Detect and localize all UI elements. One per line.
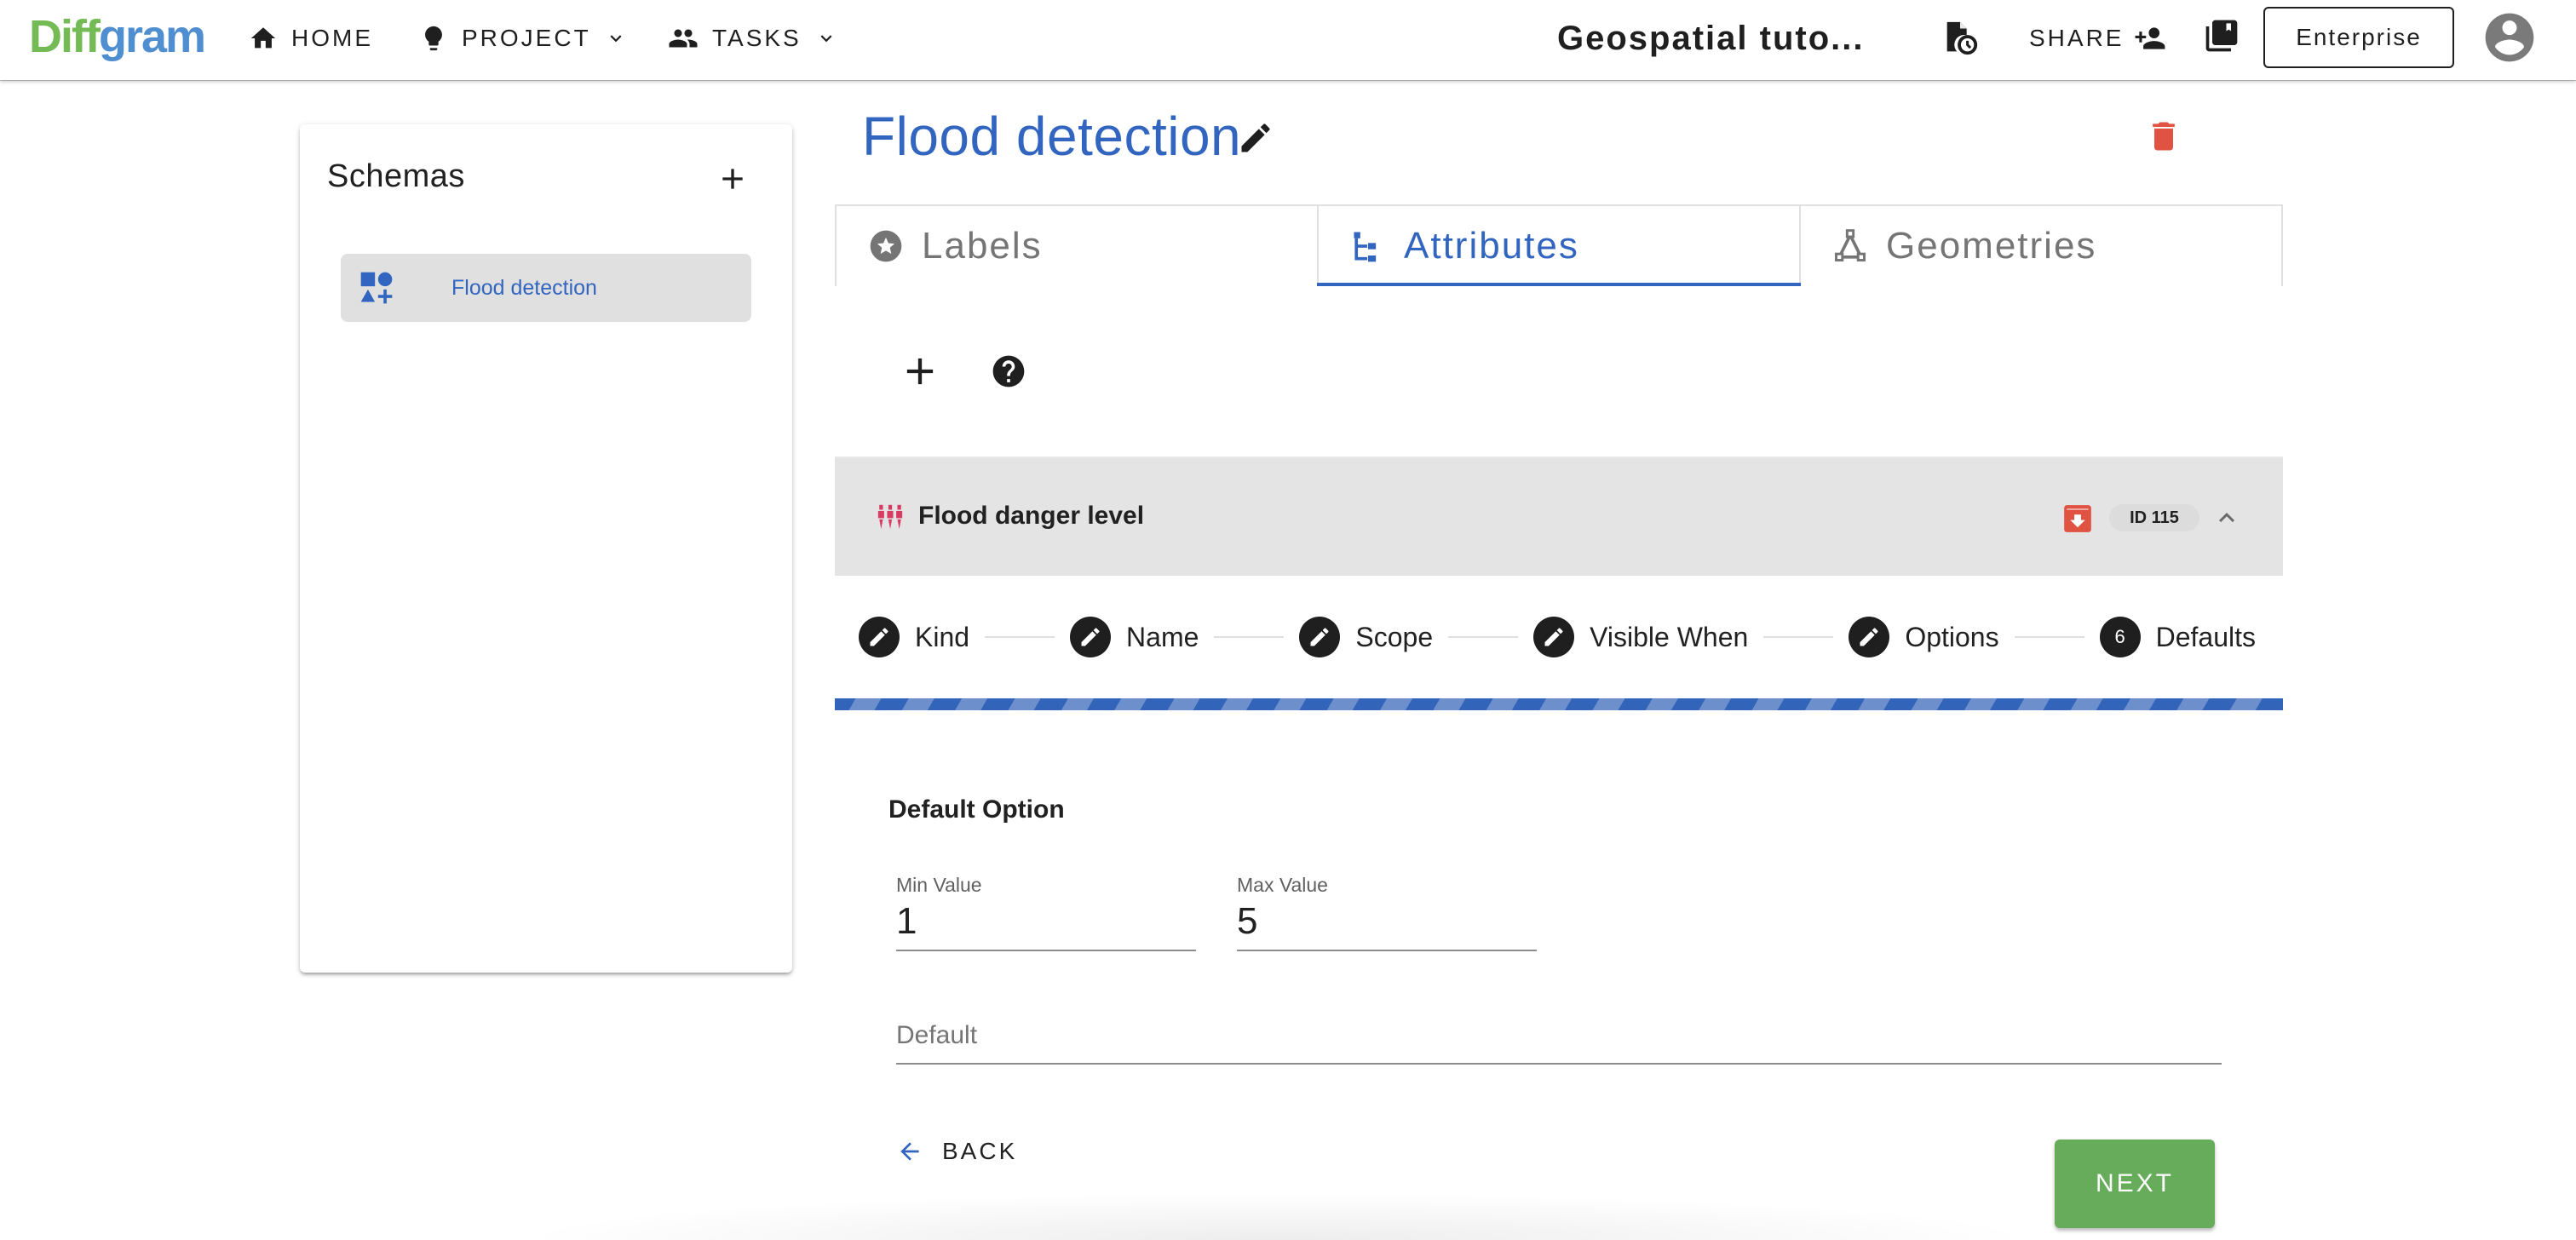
nav-tasks-label: TASKS: [712, 25, 802, 51]
library-books-icon[interactable]: [2203, 17, 2240, 59]
schema-item-flood-detection[interactable]: Flood detection: [341, 254, 751, 322]
schema-tabs: Labels Attributes Geometries: [835, 204, 2283, 286]
step-label: Scope: [1355, 621, 1434, 652]
pencil-icon: [1533, 617, 1575, 657]
pencil-icon: [859, 617, 900, 657]
project-title[interactable]: Geospatial tuto...: [1557, 15, 1864, 61]
back-button[interactable]: BACK: [896, 1138, 1017, 1165]
home-icon: [249, 24, 278, 53]
schemas-panel: Schemas Flood detection: [300, 124, 792, 973]
edit-title-button[interactable]: [1237, 119, 1274, 157]
schema-title: Flood detection: [862, 106, 1242, 167]
tab-labels[interactable]: Labels: [835, 204, 1319, 286]
max-value-input[interactable]: [1237, 900, 1537, 943]
step-name[interactable]: Name: [1070, 617, 1199, 657]
lightbulb-icon: [419, 24, 448, 53]
add-schema-button[interactable]: [716, 162, 750, 196]
help-button[interactable]: [990, 353, 1027, 390]
next-button[interactable]: NEXT: [2055, 1140, 2215, 1228]
default-value-field[interactable]: Default: [896, 1019, 2222, 1065]
step-divider: [1763, 636, 1834, 638]
attribute-stepper: Kind Name Scope Visible When Options 6 D…: [859, 611, 2283, 663]
step-label: Defaults: [2155, 621, 2256, 652]
step-label: Options: [1905, 621, 1999, 652]
tab-labels-label: Labels: [922, 225, 1043, 267]
field-underline: [896, 1063, 2222, 1065]
chevron-down-icon: [815, 27, 837, 49]
vector-triangle-icon: [1831, 227, 1869, 265]
archive-icon: [2061, 502, 2094, 535]
min-value-input[interactable]: [896, 900, 1196, 943]
step-label: Name: [1126, 621, 1199, 652]
help-circle-icon: [990, 353, 1027, 390]
tab-geometries-label: Geometries: [1886, 225, 2097, 267]
tab-attributes[interactable]: Attributes: [1317, 204, 1801, 286]
share-button[interactable]: SHARE: [2029, 17, 2166, 60]
enterprise-button[interactable]: Enterprise: [2263, 7, 2454, 68]
share-label: SHARE: [2029, 25, 2125, 51]
min-value-field[interactable]: Min Value: [896, 874, 1196, 951]
default-value-placeholder: Default: [896, 1021, 978, 1049]
trash-icon: [2145, 118, 2182, 155]
archive-attribute-button[interactable]: [2061, 502, 2094, 535]
step-label: Visible When: [1590, 621, 1749, 652]
nav-home-button[interactable]: HOME: [249, 17, 373, 60]
step-divider: [985, 636, 1055, 638]
default-option-heading: Default Option: [888, 795, 1065, 824]
step-divider: [1448, 636, 1519, 638]
file-tree-icon: [1349, 227, 1387, 265]
step-number: 6: [2099, 617, 2141, 657]
max-value-label: Max Value: [1237, 874, 1328, 896]
add-attribute-button[interactable]: [898, 349, 942, 393]
people-icon: [668, 23, 699, 54]
pencil-icon: [1299, 617, 1341, 657]
bottom-shadow: [511, 1192, 2044, 1240]
pencil-icon: [1849, 617, 1890, 657]
field-underline: [1237, 950, 1537, 951]
field-underline: [896, 950, 1196, 951]
back-label: BACK: [942, 1138, 1018, 1164]
add-people-icon: [2134, 22, 2166, 55]
step-options[interactable]: Options: [1849, 617, 1999, 657]
delete-schema-button[interactable]: [2145, 118, 2182, 155]
schema-item-label: Flood detection: [451, 275, 597, 300]
nav-project-label: PROJECT: [462, 25, 591, 51]
attribute-panel-header[interactable]: Flood danger level ID 115: [835, 456, 2283, 576]
plus-icon: [716, 162, 750, 196]
plus-icon: [898, 349, 942, 393]
chevron-down-icon: [605, 27, 627, 49]
step-label: Kind: [915, 621, 970, 652]
nav-tasks-button[interactable]: TASKS: [668, 17, 851, 60]
step-defaults[interactable]: 6 Defaults: [2099, 617, 2256, 657]
min-value-label: Min Value: [896, 874, 982, 896]
step-visible-when[interactable]: Visible When: [1533, 617, 1748, 657]
attribute-id-chip: ID 115: [2109, 504, 2199, 531]
diffgram-logo[interactable]: Diffgram: [29, 5, 206, 68]
tune-vertical-icon: [876, 502, 905, 531]
attribute-name: Flood danger level: [918, 502, 1145, 530]
account-avatar-icon[interactable]: [2481, 9, 2539, 71]
step-divider: [1214, 636, 1285, 638]
schemas-title: Schemas: [327, 158, 465, 194]
star-circle-icon: [867, 227, 905, 265]
pencil-icon: [1237, 119, 1274, 157]
tab-attributes-label: Attributes: [1404, 225, 1579, 267]
max-value-field[interactable]: Max Value: [1237, 874, 1537, 951]
shapes-icon: [358, 269, 395, 307]
top-app-bar: Diffgram HOME PROJECT TASKS Geospatial t…: [0, 0, 2576, 80]
loading-progress-bar: [835, 698, 2283, 710]
file-history-icon[interactable]: [1941, 19, 1980, 62]
nav-project-button[interactable]: PROJECT: [419, 17, 641, 60]
step-kind[interactable]: Kind: [859, 617, 969, 657]
nav-home-label: HOME: [291, 25, 373, 51]
chevron-up-icon: [2211, 502, 2242, 533]
step-divider: [2014, 636, 2084, 638]
pencil-icon: [1070, 617, 1112, 657]
collapse-button[interactable]: [2211, 502, 2242, 533]
tab-geometries[interactable]: Geometries: [1801, 204, 2283, 286]
arrow-left-icon: [896, 1138, 923, 1165]
step-scope[interactable]: Scope: [1299, 617, 1433, 657]
